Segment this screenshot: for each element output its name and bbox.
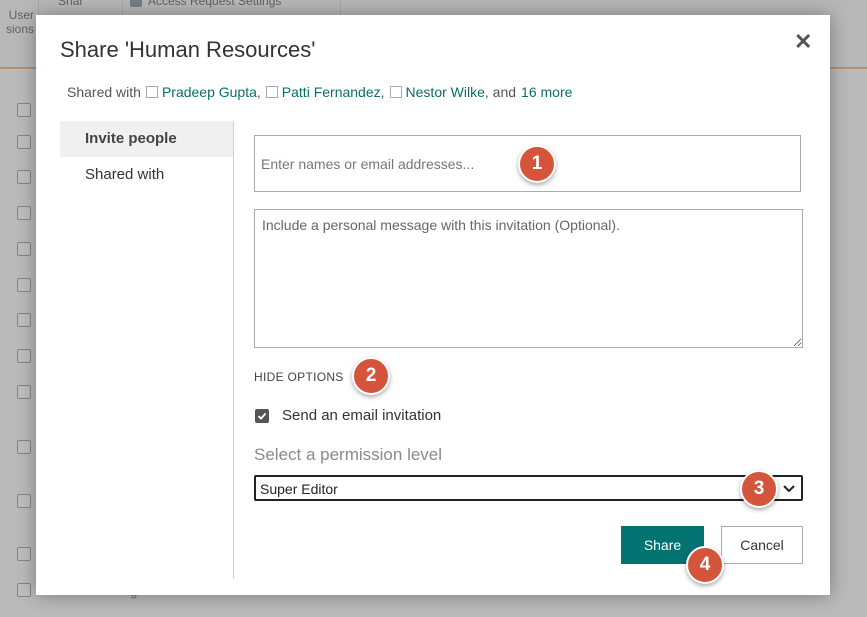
person-link[interactable]: Patti Fernandez (282, 84, 381, 100)
annotation-badge-2: 2 (352, 357, 390, 395)
close-icon[interactable]: ✕ (794, 29, 812, 55)
person-placeholder-icon (265, 86, 278, 98)
shared-person[interactable]: Nestor Wilke (385, 84, 485, 100)
send-email-checkbox[interactable] (255, 408, 269, 423)
permission-level-select[interactable]: Super Editor (254, 475, 803, 501)
permission-selected-value: Super Editor (260, 481, 338, 497)
cancel-button[interactable]: Cancel (721, 526, 803, 564)
and-text: , and (484, 84, 517, 100)
nav-divider (233, 121, 234, 579)
chevron-down-icon (783, 485, 795, 493)
person-placeholder-icon (145, 86, 158, 98)
annotation-badge-4: 4 (686, 546, 724, 584)
hide-options-link[interactable]: HIDE OPTIONS (254, 370, 344, 384)
dialog-nav: Invite people Shared with (60, 121, 233, 193)
checkmark-icon (257, 412, 267, 420)
send-email-row: Send an email invitation (255, 407, 441, 424)
shared-with-prefix: Shared with (67, 84, 141, 100)
tab-invite-people[interactable]: Invite people (60, 121, 233, 157)
person-link[interactable]: Nestor Wilke (406, 84, 485, 100)
shared-with-summary: Shared with Pradeep Gupta, Patti Fernand… (67, 84, 572, 100)
shared-person[interactable]: Pradeep Gupta, (141, 84, 261, 100)
person-link[interactable]: Pradeep Gupta (162, 84, 257, 100)
shared-person[interactable]: Patti Fernandez, (261, 84, 385, 100)
personal-message-field[interactable] (254, 209, 803, 348)
tab-shared-with[interactable]: Shared with (60, 157, 233, 193)
annotation-badge-1: 1 (518, 145, 556, 183)
person-placeholder-icon (389, 86, 402, 98)
more-people-link[interactable]: 16 more (521, 84, 572, 100)
share-dialog: Share 'Human Resources' ✕ Shared with Pr… (36, 15, 830, 595)
send-email-label: Send an email invitation (282, 407, 442, 424)
dialog-title: Share 'Human Resources' (60, 37, 316, 62)
permission-level-label: Select a permission level (254, 445, 443, 464)
annotation-badge-3: 3 (740, 470, 778, 508)
